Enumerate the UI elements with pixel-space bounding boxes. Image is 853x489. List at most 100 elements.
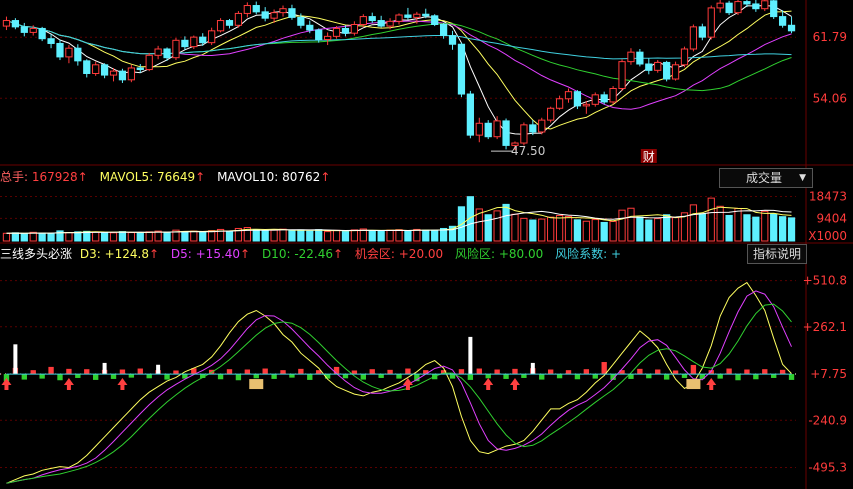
candle xyxy=(439,23,448,37)
candle xyxy=(83,60,91,74)
indicator-bar xyxy=(521,374,527,378)
indicator-bar xyxy=(351,370,358,375)
volume-legend: 总手: 167928↑ MAVOL5: 76649↑ MAVOL10: 8076… xyxy=(0,167,338,187)
volume-bar xyxy=(645,219,653,242)
volume-bar xyxy=(315,229,323,242)
indicator-bar xyxy=(217,374,224,380)
volume-bar xyxy=(564,215,573,242)
indicator-bar xyxy=(485,374,491,379)
candle xyxy=(350,23,359,34)
candle xyxy=(324,35,332,41)
candle xyxy=(208,30,216,44)
volume-bar xyxy=(199,231,207,242)
legend-mavol10: MAVOL10: 80762↑ xyxy=(217,170,331,184)
candle xyxy=(190,36,198,48)
volume-bar xyxy=(11,232,20,242)
candle xyxy=(279,8,287,14)
indicator-bar xyxy=(235,374,242,381)
candle xyxy=(689,26,698,50)
candle xyxy=(38,27,46,40)
volume-bar xyxy=(127,232,135,242)
volume-axis-label: 18473 xyxy=(809,189,847,203)
indicator-bar xyxy=(574,374,581,380)
legend-d5: D5: +15.40↑ xyxy=(170,247,251,261)
volume-bar xyxy=(341,230,350,242)
candle xyxy=(582,103,590,107)
indicator-selector[interactable]: 成交量 ▼ xyxy=(719,168,813,188)
buy-arrow-icon xyxy=(1,378,12,391)
indicator-bar xyxy=(717,374,723,379)
volume-bar xyxy=(511,213,519,242)
volume-bar xyxy=(689,204,698,242)
candle xyxy=(761,0,769,10)
sell-marker-icon xyxy=(686,379,701,390)
candle xyxy=(698,26,706,38)
indicator-bar xyxy=(637,368,643,375)
volume-bar xyxy=(636,216,644,242)
legend-risk: 风险区: +80.00 xyxy=(455,247,544,261)
indicator-axis-label: +7.75 xyxy=(810,367,847,381)
volume-bar xyxy=(190,230,198,242)
candle xyxy=(386,20,394,27)
candle xyxy=(199,36,207,44)
volume-bar xyxy=(734,207,742,242)
indicator-help-button[interactable]: 指标说明 xyxy=(747,244,807,264)
legend-total-volume: 总手: 167928↑ xyxy=(0,170,88,184)
indicator-bar xyxy=(405,368,411,375)
candle xyxy=(591,94,599,105)
volume-bar xyxy=(627,207,635,242)
candle xyxy=(252,5,260,13)
candle xyxy=(787,24,796,32)
indicator-bar xyxy=(84,369,90,375)
indicator-bar xyxy=(779,369,786,375)
price-axis-label: 61.79 xyxy=(813,30,847,44)
candle xyxy=(734,1,742,14)
indicator-bar xyxy=(539,374,545,380)
candle xyxy=(654,61,662,71)
volume-bar xyxy=(109,232,118,242)
candle xyxy=(65,47,73,58)
candle xyxy=(181,39,189,48)
indicator-bar xyxy=(547,369,554,375)
candle xyxy=(56,42,64,58)
candle xyxy=(671,64,680,80)
candle xyxy=(564,91,573,100)
indicator-name: 三线多头必涨 xyxy=(0,247,73,261)
indicator-bar xyxy=(66,368,72,375)
volume-bar xyxy=(618,209,626,242)
volume-bar xyxy=(716,205,724,242)
volume-bar xyxy=(306,230,314,242)
volume-bar xyxy=(163,231,171,242)
indicator-bar xyxy=(226,369,233,375)
buy-arrow-icon xyxy=(117,378,128,391)
indicator-bar xyxy=(21,374,27,380)
candle xyxy=(109,70,118,76)
candle xyxy=(359,16,367,25)
volume-bar xyxy=(47,233,55,242)
volume-bar xyxy=(350,229,359,242)
candle xyxy=(431,15,439,25)
indicator-bar xyxy=(164,374,170,380)
indicator-axis-label: +510.8 xyxy=(803,274,847,288)
indicator-bar xyxy=(494,369,500,375)
indicator-bar xyxy=(360,374,366,380)
candle xyxy=(475,122,483,136)
volume-bar xyxy=(529,219,537,242)
indicator-axis-label: -240.9 xyxy=(808,413,847,427)
candle xyxy=(448,35,457,45)
volume-bar xyxy=(422,229,430,242)
indicator-bar xyxy=(556,374,563,379)
indicator-bar xyxy=(369,369,375,375)
volume-bar xyxy=(288,230,296,242)
chevron-down-icon[interactable]: ▼ xyxy=(799,169,806,187)
indicator-bar xyxy=(342,374,349,379)
buy-arrow-icon xyxy=(509,378,520,391)
candle xyxy=(502,120,510,146)
legend-risk-coef: 风险系数: + xyxy=(555,247,622,261)
volume-bar xyxy=(395,229,403,242)
candle xyxy=(100,64,109,76)
volume-bar xyxy=(261,230,269,242)
candle xyxy=(466,93,474,136)
sell-marker-icon xyxy=(249,379,264,390)
volume-bar xyxy=(663,214,671,242)
